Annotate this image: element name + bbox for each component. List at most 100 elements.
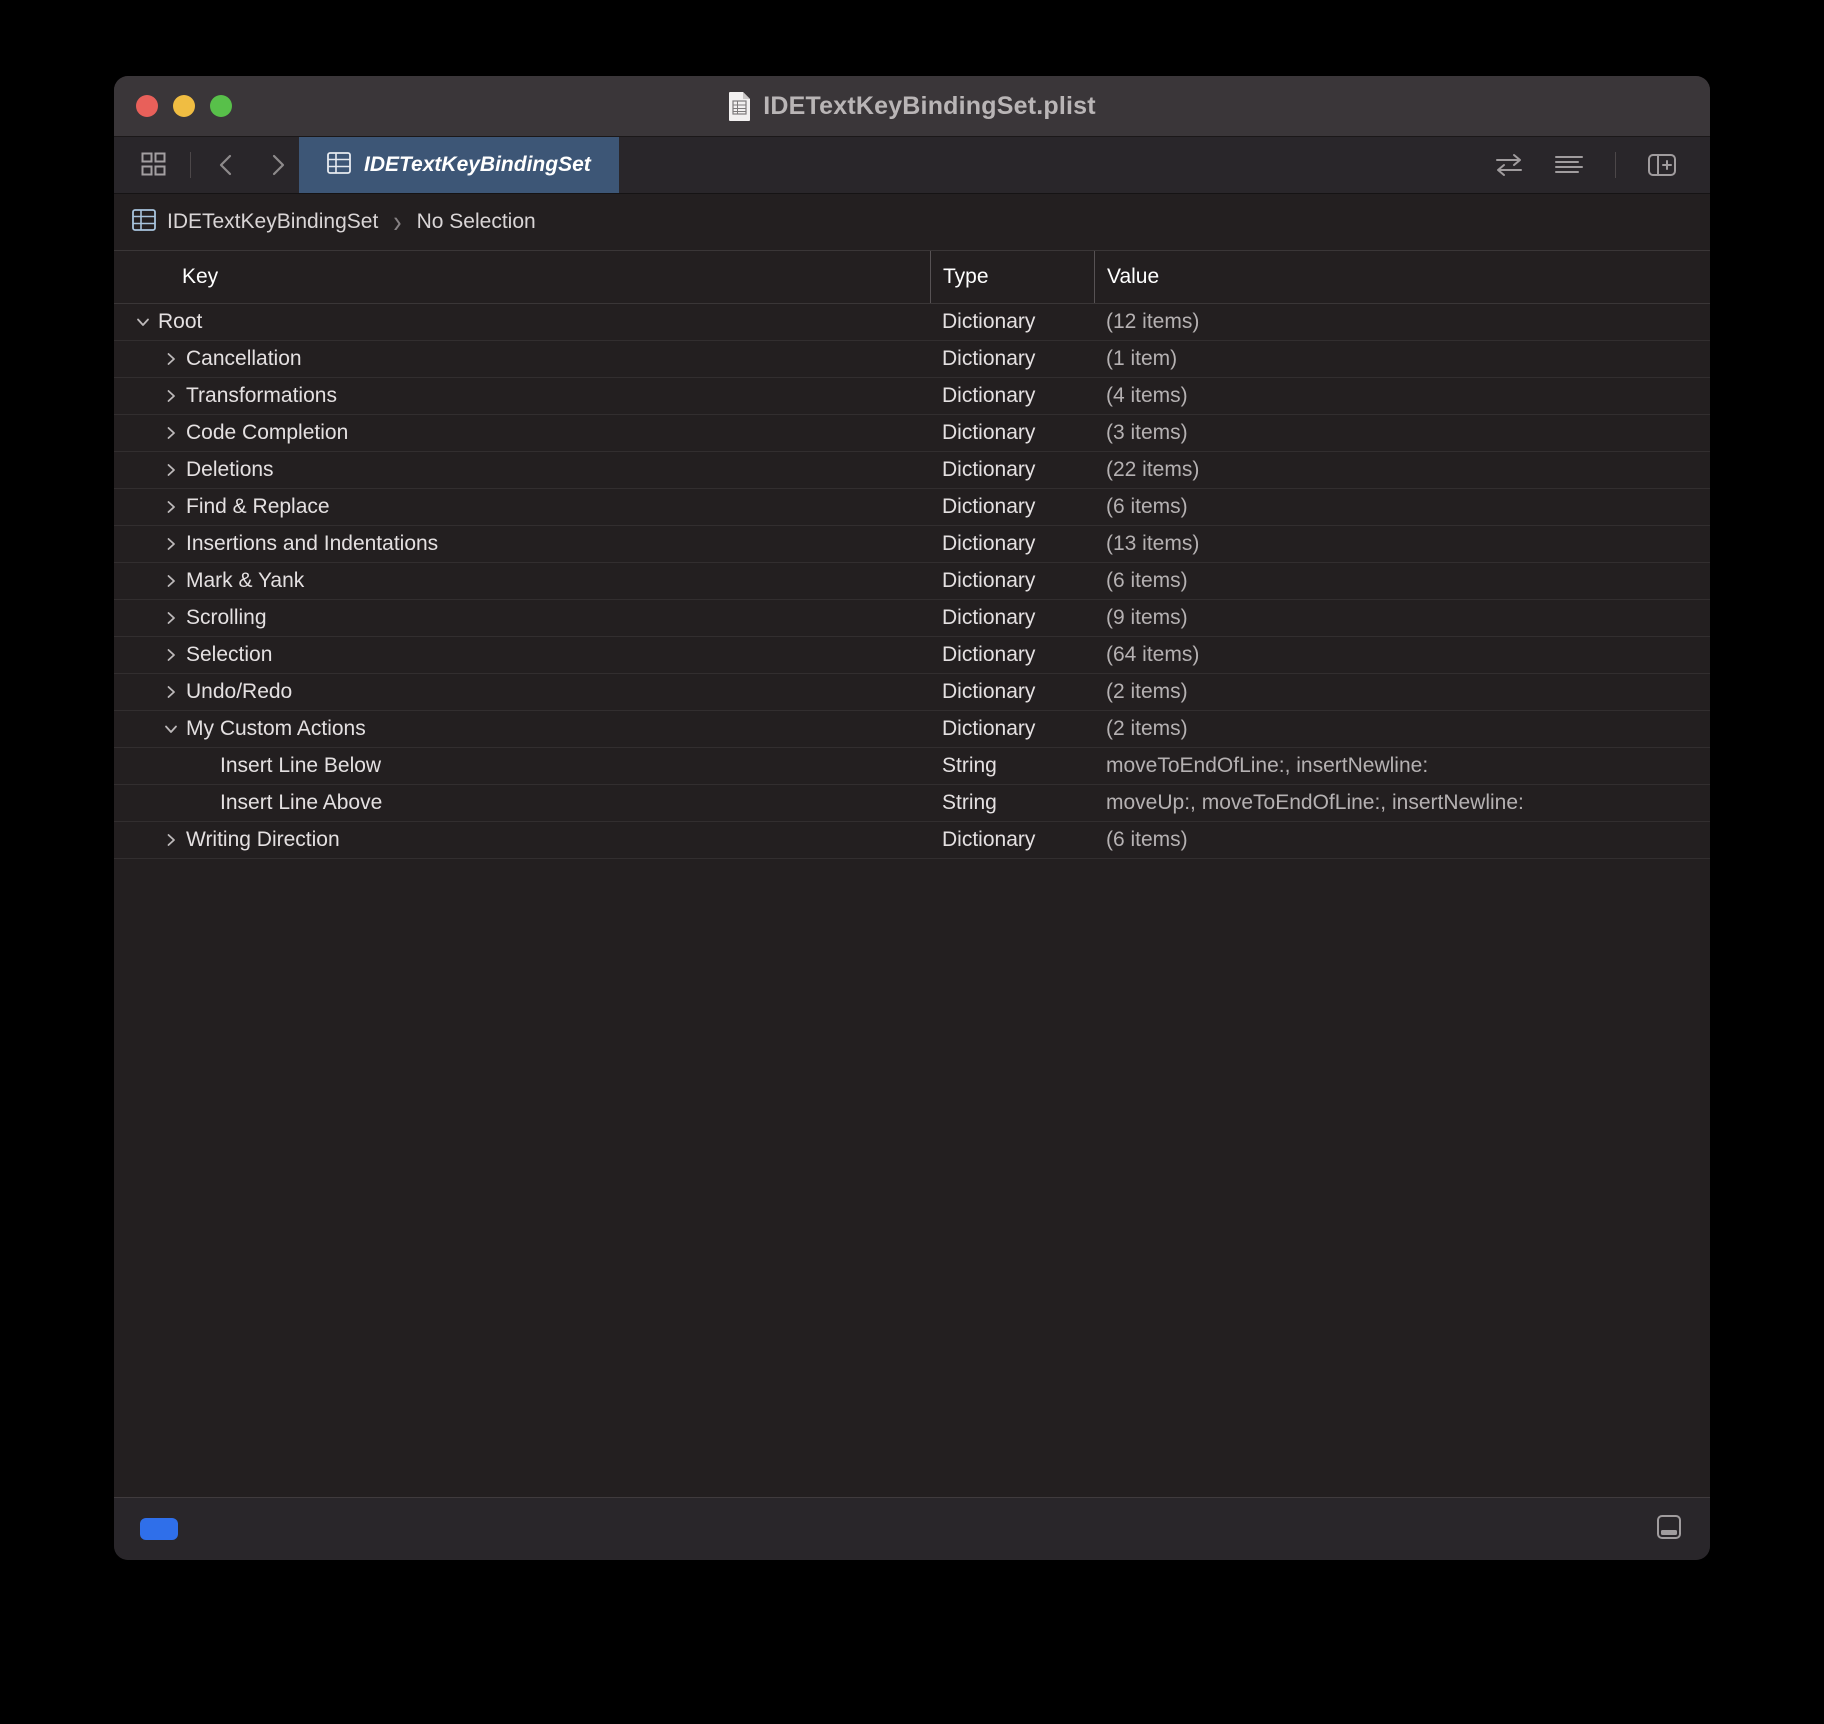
tab-bar-right-controls — [1487, 137, 1710, 193]
table-body: Root Dictionary (12 items) Cancellation Dict… — [114, 304, 1710, 1497]
table-row[interactable]: Transformations Dictionary (4 items) — [114, 378, 1710, 415]
cell-key: Scrolling — [114, 600, 930, 636]
table-row[interactable]: My Custom Actions Dictionary (2 items) — [114, 711, 1710, 748]
table-row[interactable]: Undo/Redo Dictionary (2 items) — [114, 674, 1710, 711]
table-row[interactable]: Selection Dictionary (64 items) — [114, 637, 1710, 674]
breadcrumb-selection[interactable]: No Selection — [417, 210, 536, 234]
table-row[interactable]: Writing Direction Dictionary (6 items) — [114, 822, 1710, 859]
show-bottom-panel-icon[interactable] — [1654, 1514, 1684, 1545]
cell-type[interactable]: Dictionary — [930, 415, 1094, 451]
table-row[interactable]: Cancellation Dictionary (1 item) — [114, 341, 1710, 378]
chevron-right-icon[interactable] — [160, 452, 182, 488]
chevron-down-icon[interactable] — [132, 304, 154, 340]
cell-value[interactable]: (6 items) — [1094, 489, 1710, 525]
cell-type[interactable]: Dictionary — [930, 563, 1094, 599]
chevron-left-icon[interactable] — [205, 143, 249, 187]
cell-value[interactable]: moveUp:, moveToEndOfLine:, insertNewline… — [1094, 785, 1710, 821]
grid-view-icon[interactable] — [132, 143, 176, 187]
cell-key: Insertions and Indentations — [114, 526, 930, 562]
cell-value[interactable]: (13 items) — [1094, 526, 1710, 562]
table-grid-icon — [327, 151, 351, 179]
cell-type[interactable]: Dictionary — [930, 378, 1094, 414]
cell-type[interactable]: Dictionary — [930, 304, 1094, 340]
table-grid-icon — [132, 208, 156, 236]
window-title-group: IDETextKeyBindingSet.plist — [114, 91, 1710, 121]
cell-type[interactable]: Dictionary — [930, 637, 1094, 673]
close-button[interactable] — [136, 95, 158, 117]
breadcrumb-root[interactable]: IDETextKeyBindingSet — [167, 210, 378, 234]
cell-type[interactable]: Dictionary — [930, 711, 1094, 747]
row-key-label: Writing Direction — [186, 828, 340, 851]
chevron-right-icon[interactable] — [160, 415, 182, 451]
table-row[interactable]: Code Completion Dictionary (3 items) — [114, 415, 1710, 452]
cell-type[interactable]: Dictionary — [930, 526, 1094, 562]
blue-pill-toggle[interactable] — [140, 1518, 178, 1540]
row-key-label: Scrolling — [186, 606, 267, 629]
table-row[interactable]: Root Dictionary (12 items) — [114, 304, 1710, 341]
tab-label: IDETextKeyBindingSet — [364, 153, 591, 176]
table-row[interactable]: Scrolling Dictionary (9 items) — [114, 600, 1710, 637]
column-header-type[interactable]: Type — [930, 251, 1094, 303]
cell-type[interactable]: Dictionary — [930, 489, 1094, 525]
breadcrumb: IDETextKeyBindingSet › No Selection — [114, 194, 1710, 251]
cell-value[interactable]: (3 items) — [1094, 415, 1710, 451]
chevron-right-icon[interactable] — [160, 563, 182, 599]
toolbar-divider-right — [1615, 152, 1616, 178]
table-row[interactable]: Find & Replace Dictionary (6 items) — [114, 489, 1710, 526]
chevron-right-icon[interactable] — [160, 489, 182, 525]
chevron-right-icon[interactable] — [160, 822, 182, 858]
cell-value[interactable]: (2 items) — [1094, 674, 1710, 710]
swap-arrows-icon[interactable] — [1487, 143, 1531, 187]
table-row[interactable]: Deletions Dictionary (22 items) — [114, 452, 1710, 489]
cell-value[interactable]: (6 items) — [1094, 563, 1710, 599]
row-key-label: Find & Replace — [186, 495, 330, 518]
list-lines-icon[interactable] — [1547, 143, 1591, 187]
cell-key: Transformations — [114, 378, 930, 414]
zoom-button[interactable] — [210, 95, 232, 117]
cell-key: Selection — [114, 637, 930, 673]
row-key-label: Insertions and Indentations — [186, 532, 439, 555]
table-row[interactable]: Insert Line Below String moveToEndOfLine:,… — [114, 748, 1710, 785]
cell-value[interactable]: (1 item) — [1094, 341, 1710, 377]
chevron-right-icon[interactable] — [160, 600, 182, 636]
chevron-right-icon[interactable] — [160, 674, 182, 710]
traffic-lights — [136, 95, 232, 117]
chevron-right-icon[interactable] — [255, 143, 299, 187]
chevron-down-icon[interactable] — [160, 711, 182, 747]
cell-type[interactable]: Dictionary — [930, 674, 1094, 710]
table-row[interactable]: Insert Line Above String moveUp:, moveToEn… — [114, 785, 1710, 822]
column-header-key[interactable]: Key — [170, 251, 930, 303]
add-panel-icon[interactable] — [1640, 143, 1684, 187]
cell-value[interactable]: (64 items) — [1094, 637, 1710, 673]
plist-editor-window: IDETextKeyBindingSet.plist IDETextKeyBin… — [114, 76, 1710, 1560]
cell-value[interactable]: (4 items) — [1094, 378, 1710, 414]
cell-type[interactable]: String — [930, 748, 1094, 784]
row-key-label: Cancellation — [186, 347, 302, 370]
toolbar-divider — [190, 152, 191, 178]
cell-value[interactable]: (22 items) — [1094, 452, 1710, 488]
minimize-button[interactable] — [173, 95, 195, 117]
cell-type[interactable]: String — [930, 785, 1094, 821]
cell-value[interactable]: (2 items) — [1094, 711, 1710, 747]
tab-idetextkeybindingset[interactable]: IDETextKeyBindingSet — [299, 137, 619, 193]
cell-key: My Custom Actions — [114, 711, 930, 747]
row-key-label: Code Completion — [186, 421, 349, 444]
table-row[interactable]: Mark & Yank Dictionary (6 items) — [114, 563, 1710, 600]
row-key-label: My Custom Actions — [186, 717, 366, 740]
chevron-right-icon[interactable] — [160, 341, 182, 377]
cell-key: Insert Line Below — [114, 748, 930, 784]
cell-value[interactable]: moveToEndOfLine:, insertNewline: — [1094, 748, 1710, 784]
chevron-right-icon[interactable] — [160, 637, 182, 673]
cell-value[interactable]: (9 items) — [1094, 600, 1710, 636]
table-row[interactable]: Insertions and Indentations Dictionary (13… — [114, 526, 1710, 563]
cell-value[interactable]: (12 items) — [1094, 304, 1710, 340]
status-bar-right — [1654, 1514, 1684, 1545]
cell-type[interactable]: Dictionary — [930, 600, 1094, 636]
chevron-right-icon[interactable] — [160, 378, 182, 414]
cell-type[interactable]: Dictionary — [930, 452, 1094, 488]
cell-type[interactable]: Dictionary — [930, 341, 1094, 377]
column-header-value[interactable]: Value — [1094, 251, 1710, 303]
chevron-right-icon[interactable] — [160, 526, 182, 562]
cell-type[interactable]: Dictionary — [930, 822, 1094, 858]
cell-value[interactable]: (6 items) — [1094, 822, 1710, 858]
